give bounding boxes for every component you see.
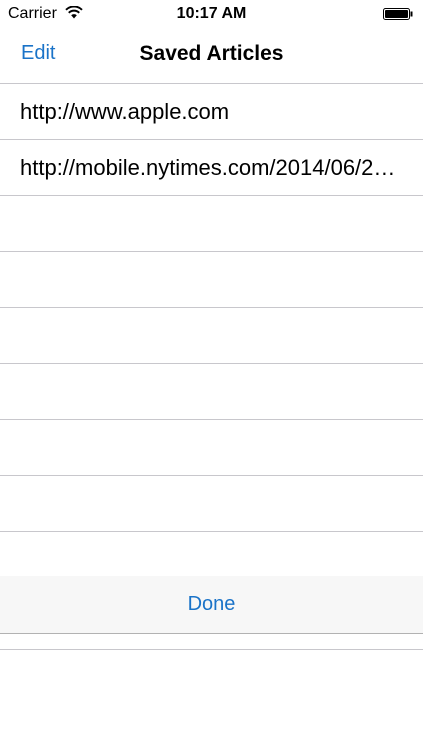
list-item[interactable]: http://www.apple.com [0, 84, 423, 140]
empty-row [0, 308, 423, 364]
empty-row [0, 420, 423, 476]
empty-row [0, 252, 423, 308]
bottom-toolbar: Done [0, 576, 423, 634]
saved-articles-list: http://www.apple.com http://mobile.nytim… [0, 84, 423, 532]
list-item[interactable]: http://mobile.nytimes.com/2014/06/29/som… [0, 140, 423, 196]
navigation-bar: Edit Saved Articles [0, 28, 423, 84]
done-button[interactable]: Done [0, 592, 423, 616]
empty-row [0, 364, 423, 420]
list-item-url: http://www.apple.com [20, 99, 230, 124]
list-item-url: http://mobile.nytimes.com/2014/06/29/som… [20, 155, 398, 180]
status-time: 10:17 AM [176, 5, 247, 22]
page-title: Saved Articles [139, 42, 284, 65]
empty-row [0, 196, 423, 252]
battery-icon [383, 8, 413, 20]
empty-row [0, 476, 423, 532]
status-bar: Carrier 10:17 AM [0, 0, 423, 28]
divider [0, 649, 423, 650]
